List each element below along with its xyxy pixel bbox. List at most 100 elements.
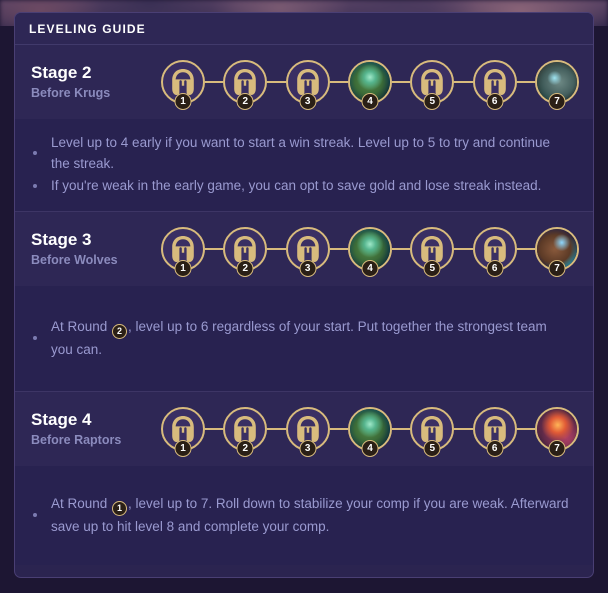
helmet-icon <box>232 415 258 443</box>
round-node[interactable]: 2 <box>223 60 268 110</box>
round-node[interactable]: 2 <box>223 407 268 457</box>
helmet-icon <box>170 235 196 263</box>
round-connector <box>516 428 535 430</box>
round-number-badge: 1 <box>174 440 192 457</box>
tips-panel: Level up to 4 early if you want to start… <box>15 119 593 211</box>
helmet-icon-svg <box>421 236 444 262</box>
stage-subtitle: Before Wolves <box>31 252 118 267</box>
round-connector <box>454 81 473 83</box>
round-connector <box>267 81 286 83</box>
helmet-icon <box>482 235 508 263</box>
round-number-badge: 3 <box>299 93 317 110</box>
stage-block: Stage 3 Before Wolves 1 2 3 4 5 6 7 At Round 2, l… <box>15 212 593 392</box>
round-node[interactable]: 5 <box>410 60 455 110</box>
tip-item: If you're weak in the early game, you ca… <box>33 175 571 196</box>
round-connector <box>329 81 348 83</box>
round-connector <box>267 428 286 430</box>
round-connector <box>267 248 286 250</box>
helmet-icon <box>232 235 258 263</box>
round-connector <box>391 428 411 430</box>
helmet-icon-svg <box>483 416 506 442</box>
round-connector <box>516 81 535 83</box>
helmet-icon-svg <box>172 236 194 262</box>
round-connector <box>516 248 535 250</box>
stages-container: Stage 2 Before Krugs 1 2 3 4 5 6 7 Level up to 4 … <box>15 45 593 565</box>
rounds-track: 1 2 3 4 5 6 7 <box>161 227 593 277</box>
round-node[interactable]: 5 <box>410 407 455 457</box>
round-node[interactable]: 1 <box>161 407 205 457</box>
stage-row: Stage 3 Before Wolves 1 2 3 4 5 6 7 <box>15 212 593 286</box>
round-node[interactable]: 4 <box>347 60 392 110</box>
helmet-icon <box>295 235 321 263</box>
bullet-dot <box>33 151 37 155</box>
round-node[interactable]: 6 <box>472 60 517 110</box>
helmet-icon <box>419 68 445 96</box>
bullet-dot <box>33 183 37 188</box>
helmet-icon-svg <box>234 416 257 442</box>
stage-title: Stage 2 <box>31 62 92 82</box>
bullet-dot <box>33 335 37 340</box>
round-number-badge: 5 <box>423 260 441 277</box>
stage-block: Stage 4 Before Raptors 1 2 3 4 5 6 7 At Round 1, … <box>15 392 593 565</box>
round-number-badge: 6 <box>486 440 504 457</box>
round-node[interactable]: 7 <box>534 227 579 277</box>
rounds-track: 1 2 3 4 5 6 7 <box>161 407 593 457</box>
helmet-icon-svg <box>234 69 257 95</box>
tip-text: At Round 2, level up to 6 regardless of … <box>51 318 547 357</box>
helmet-icon <box>482 415 508 443</box>
round-number-badge: 2 <box>236 260 254 277</box>
round-node[interactable]: 6 <box>472 227 517 277</box>
round-number-badge: 3 <box>299 440 317 457</box>
helmet-icon-svg <box>234 236 257 262</box>
round-node[interactable]: 3 <box>285 407 330 457</box>
round-node[interactable]: 3 <box>285 60 330 110</box>
round-number-badge: 3 <box>299 260 317 277</box>
helmet-icon-svg <box>483 236 506 262</box>
stage-subtitle: Before Krugs <box>31 85 111 100</box>
helmet-icon-svg <box>296 416 319 442</box>
round-node[interactable]: 1 <box>161 227 205 277</box>
inline-round-badge: 2 <box>112 323 128 339</box>
round-connector <box>329 248 348 250</box>
round-number-badge: 7 <box>548 93 566 110</box>
round-node[interactable]: 6 <box>472 407 517 457</box>
tip-item: At Round 1, level up to 7. Roll down to … <box>33 493 571 537</box>
round-number-badge: 7 <box>548 260 566 277</box>
stage-title: Stage 4 <box>31 409 92 429</box>
helmet-icon <box>170 415 196 443</box>
round-node[interactable]: 3 <box>285 227 330 277</box>
helmet-icon-svg <box>421 69 444 95</box>
round-node[interactable]: 5 <box>410 227 455 277</box>
round-node[interactable]: 7 <box>534 407 579 457</box>
round-number-badge: 6 <box>486 260 504 277</box>
helmet-icon <box>295 415 321 443</box>
round-node[interactable]: 4 <box>347 227 392 277</box>
helmet-icon <box>295 68 321 96</box>
round-node[interactable]: 1 <box>161 60 205 110</box>
round-node[interactable]: 4 <box>347 407 392 457</box>
round-number-badge: 2 <box>236 93 254 110</box>
helmet-icon-svg <box>296 236 319 262</box>
round-number-badge: 2 <box>236 440 254 457</box>
round-number-badge: 4 <box>361 93 379 110</box>
stage-subtitle: Before Raptors <box>31 432 122 447</box>
stage-title: Stage 3 <box>31 229 92 249</box>
tip-item: At Round 2, level up to 6 regardless of … <box>33 316 571 360</box>
round-connector <box>205 428 224 430</box>
round-number-badge: 1 <box>174 93 192 110</box>
helmet-icon-svg <box>172 416 194 442</box>
round-connector <box>329 428 348 430</box>
rounds-track: 1 2 3 4 5 6 7 <box>161 60 593 110</box>
round-number-badge: 6 <box>486 93 504 110</box>
round-node[interactable]: 7 <box>534 60 579 110</box>
round-connector <box>391 248 411 250</box>
tips-panel: At Round 1, level up to 7. Roll down to … <box>15 466 593 565</box>
leveling-guide-card: LEVELING GUIDE Stage 2 Before Krugs 1 2 3 4 5 6… <box>14 12 594 578</box>
round-node[interactable]: 2 <box>223 227 268 277</box>
helmet-icon-svg <box>421 416 444 442</box>
stage-labels: Stage 2 Before Krugs <box>31 63 161 102</box>
bullet-dot <box>33 512 37 517</box>
round-number-badge: 5 <box>423 93 441 110</box>
stage-block: Stage 2 Before Krugs 1 2 3 4 5 6 7 Level up to 4 … <box>15 45 593 212</box>
card-header: LEVELING GUIDE <box>15 13 593 45</box>
